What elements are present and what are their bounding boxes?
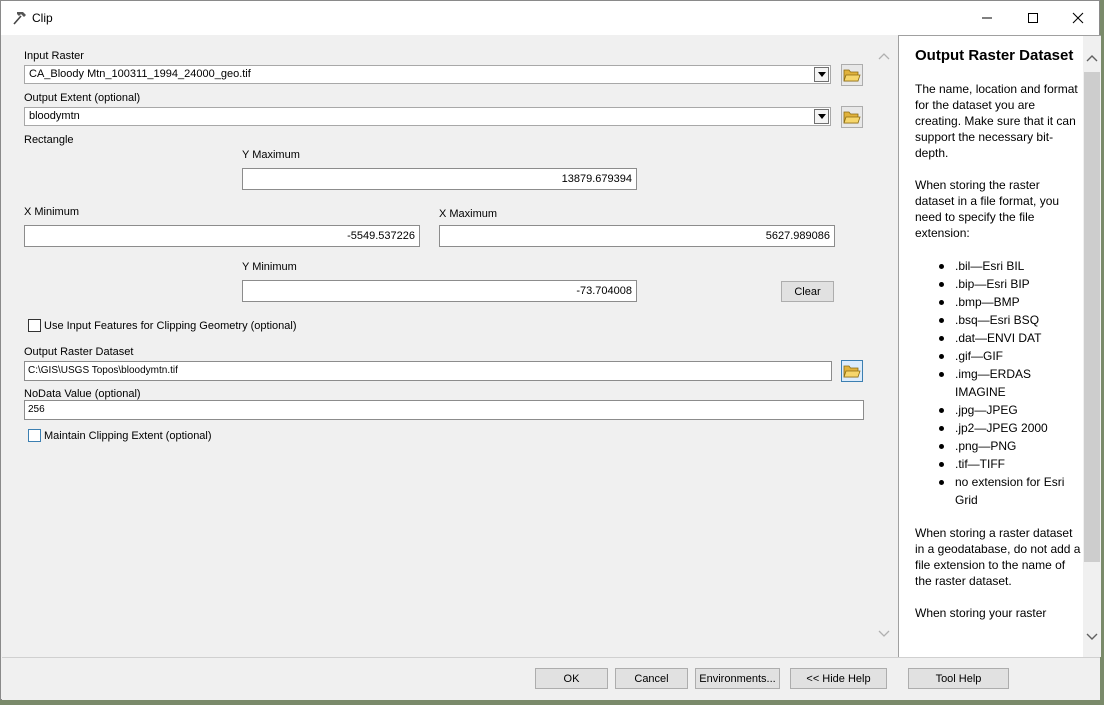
input-raster-label: Input Raster [24,50,84,62]
rectangle-label: Rectangle [24,134,74,146]
parameters-panel: Input Raster CA_Bloody Mtn_100311_1994_2… [2,35,872,657]
use-input-features-label: Use Input Features for Clipping Geometry… [44,320,297,332]
folder-open-icon [843,69,861,82]
x-minimum-input[interactable]: -5549.537226 [24,225,420,247]
use-input-features-checkbox[interactable] [28,319,41,332]
hide-help-button[interactable]: << Hide Help [790,668,887,689]
input-raster-combo[interactable]: CA_Bloody Mtn_100311_1994_24000_geo.tif [24,65,831,84]
nodata-value-input[interactable]: 256 [24,400,864,420]
list-item: .png—PNG [939,437,1081,455]
form-scrollbar[interactable] [873,35,895,657]
scroll-down-icon[interactable] [878,629,890,641]
output-extent-value: bloodymtn [29,110,80,122]
output-extent-label: Output Extent (optional) [24,92,141,104]
dropdown-arrow-icon[interactable] [814,67,829,82]
list-item: .jpg—JPEG [939,401,1081,419]
help-paragraph: When storing a raster dataset in a geoda… [915,526,1081,588]
clip-dialog: Clip Input Raster CA_Bloody Mtn_100311_1… [0,0,1101,700]
help-title: Output Raster Dataset [915,47,1074,64]
clear-button[interactable]: Clear [781,281,834,302]
list-item: .img—ERDAS IMAGINE [939,365,1081,401]
extension-list: .bil—Esri BIL .bip—Esri BIP .bmp—BMP .bs… [939,257,1081,509]
maintain-clipping-extent-checkbox[interactable] [28,429,41,442]
list-item: .bip—Esri BIP [939,275,1081,293]
y-maximum-input[interactable]: 13879.679394 [242,168,637,190]
close-icon [1072,12,1084,24]
button-bar: OK Cancel Environments... << Hide Help T… [2,657,1100,700]
output-raster-dataset-label: Output Raster Dataset [24,346,134,358]
y-minimum-input[interactable]: -73.704008 [242,280,637,302]
help-paragraph: The name, location and format for the da… [915,82,1078,160]
dropdown-arrow-icon[interactable] [814,109,829,124]
scroll-down-icon[interactable] [1086,632,1098,644]
tool-help-button[interactable]: Tool Help [908,668,1009,689]
list-item: .tif—TIFF [939,455,1081,473]
title-bar[interactable]: Clip [1,1,1099,35]
x-maximum-label: X Maximum [439,208,498,220]
list-item: .jp2—JPEG 2000 [939,419,1081,437]
help-scrollbar[interactable] [1083,36,1101,657]
list-item: .bsq—Esri BSQ [939,311,1081,329]
help-content: Output Raster Dataset The name, location… [915,46,1081,637]
input-raster-browse-button[interactable] [841,64,863,86]
y-maximum-label: Y Maximum [242,149,300,161]
scroll-up-icon[interactable] [878,51,890,63]
minimize-button[interactable] [964,1,1010,35]
environments-button[interactable]: Environments... [695,668,780,689]
folder-open-icon [843,111,861,124]
ok-button[interactable]: OK [535,668,608,689]
help-scroll-thumb[interactable] [1084,72,1100,562]
scroll-up-icon[interactable] [1086,53,1098,65]
maintain-clipping-extent-label: Maintain Clipping Extent (optional) [44,430,212,442]
window-title: Clip [32,11,53,25]
output-extent-browse-button[interactable] [841,106,863,128]
x-minimum-label: X Minimum [24,206,80,218]
list-item: .dat—ENVI DAT [939,329,1081,347]
output-raster-dataset-input[interactable]: C:\GIS\USGS Topos\bloodymtn.tif [24,361,832,381]
x-maximum-input[interactable]: 5627.989086 [439,225,835,247]
list-item: .bil—Esri BIL [939,257,1081,275]
list-item: no extension for Esri Grid [939,473,1081,509]
maximize-icon [1028,13,1038,23]
maximize-button[interactable] [1010,1,1056,35]
list-item: .gif—GIF [939,347,1081,365]
cancel-button[interactable]: Cancel [615,668,688,689]
minimize-icon [982,17,992,19]
folder-open-icon [843,365,861,378]
output-extent-combo[interactable]: bloodymtn [24,107,831,126]
close-button[interactable] [1055,1,1101,35]
list-item: .bmp—BMP [939,293,1081,311]
help-pane: Output Raster Dataset The name, location… [898,35,1101,657]
help-paragraph: When storing the raster dataset in a fil… [915,178,1060,240]
input-raster-value: CA_Bloody Mtn_100311_1994_24000_geo.tif [29,68,251,80]
nodata-value-label: NoData Value (optional) [24,388,141,400]
hammer-icon [10,9,28,27]
y-minimum-label: Y Minimum [242,261,297,273]
output-raster-browse-button[interactable] [841,360,863,382]
help-paragraph: When storing your raster [915,606,1047,620]
